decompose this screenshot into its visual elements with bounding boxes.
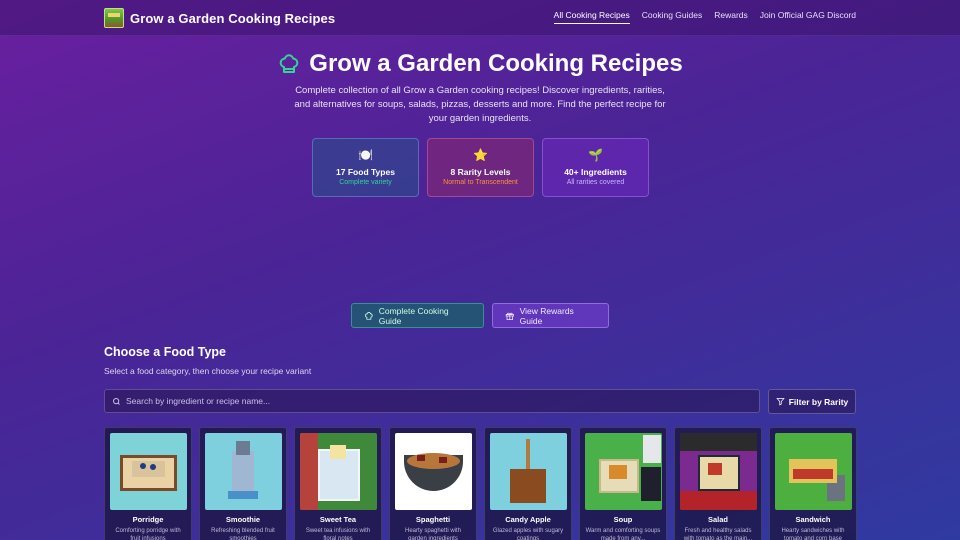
guide-buttons: Complete Cooking Guide View Rewards Guid…	[351, 303, 609, 328]
gift-icon	[505, 312, 514, 320]
food-card-porridge[interactable]: Porridge Comforting porridge with fruit …	[104, 427, 192, 540]
food-name: Candy Apple	[505, 515, 551, 524]
food-description: Hearty sandwiches with tomato and corn b…	[781, 528, 845, 540]
food-name: Porridge	[132, 515, 164, 524]
nav-all-cooking-recipes[interactable]: All Cooking Recipes	[553, 10, 630, 24]
filter-icon	[776, 398, 785, 406]
rewards-guide-label: View Rewards Guide	[519, 305, 574, 326]
stat-subtitle: All rarities covered	[566, 179, 625, 186]
stats-row: 🍽️ 17 Food Types Complete variety ⭐ 8 Ra…	[312, 138, 649, 197]
hero-description: Complete collection of all Grow a Garden…	[294, 85, 666, 124]
brand[interactable]: Grow a Garden Cooking Recipes	[104, 8, 335, 28]
seedling-icon: 🌱	[588, 148, 603, 162]
nav-rewards[interactable]: Rewards	[714, 10, 748, 24]
salad-image	[680, 433, 757, 510]
food-name: Salad	[707, 515, 728, 524]
food-description: Refreshing blended fruit smoothies	[211, 528, 275, 540]
food-name: Smoothie	[225, 515, 261, 524]
food-description: Sweet tea infusions with floral notes	[305, 528, 371, 540]
stat-title: 40+ Ingredients	[564, 167, 627, 177]
chef-hat-icon	[365, 311, 373, 320]
porridge-image	[110, 433, 187, 510]
main-nav: All Cooking Recipes Cooking Guides Rewar…	[553, 10, 856, 24]
nav-discord[interactable]: Join Official GAG Discord	[760, 10, 856, 24]
plate-icon: 🍽️	[358, 148, 373, 162]
food-description: Glazed apples with sugary coatings	[492, 528, 564, 540]
nav-cooking-guides[interactable]: Cooking Guides	[642, 10, 702, 24]
section-subtitle: Select a food category, then choose your…	[104, 366, 312, 376]
food-card-salad[interactable]: Salad Fresh and healthy salads with toma…	[674, 427, 762, 540]
filter-label: Filter by Rarity	[788, 396, 849, 407]
top-navbar: Grow a Garden Cooking Recipes All Cookin…	[0, 0, 960, 36]
food-description: Fresh and healthy salads with tomato as …	[683, 528, 753, 540]
food-name: Soup	[613, 515, 633, 524]
food-card-soup[interactable]: Soup Warm and comforting soups made from…	[579, 427, 667, 540]
search-icon	[113, 397, 120, 405]
search-bar	[104, 389, 760, 413]
game-logo-icon	[104, 8, 124, 28]
food-name: Sandwich	[795, 515, 831, 524]
food-description: Warm and comforting soups made from any.…	[585, 528, 661, 540]
food-description: Hearty spaghetti with garden ingredients	[404, 528, 462, 540]
food-card-spaghetti[interactable]: Spaghetti Hearty spaghetti with garden i…	[389, 427, 477, 540]
cooking-guide-button[interactable]: Complete Cooking Guide	[351, 303, 484, 328]
stat-card-food-types: 🍽️ 17 Food Types Complete variety	[312, 138, 419, 197]
stat-subtitle: Normal to Transcendent	[443, 179, 518, 186]
stat-card-rarity-levels: ⭐ 8 Rarity Levels Normal to Transcendent	[427, 138, 534, 197]
section-title: Choose a Food Type	[104, 345, 226, 359]
smoothie-image	[205, 433, 282, 510]
sandwich-image	[775, 433, 852, 510]
stat-title: 8 Rarity Levels	[450, 167, 511, 177]
food-card-sandwich[interactable]: Sandwich Hearty sandwiches with tomato a…	[769, 427, 857, 540]
food-name: Sweet Tea	[319, 515, 357, 524]
stat-subtitle: Complete variety	[339, 179, 392, 186]
rewards-guide-button[interactable]: View Rewards Guide	[492, 303, 609, 328]
food-card-sweet-tea[interactable]: Sweet Tea Sweet tea infusions with flora…	[294, 427, 382, 540]
search-input[interactable]	[126, 396, 726, 406]
candy-apple-image	[490, 433, 567, 510]
soup-image	[585, 433, 662, 510]
cooking-guide-label: Complete Cooking Guide	[378, 305, 449, 326]
food-name: Spaghetti	[415, 515, 451, 524]
food-card-smoothie[interactable]: Smoothie Refreshing blended fruit smooth…	[199, 427, 287, 540]
food-description: Comforting porridge with fruit infusions	[115, 528, 181, 540]
star-icon: ⭐	[473, 148, 488, 162]
stat-title: 17 Food Types	[336, 167, 395, 177]
chef-hat-icon	[279, 54, 299, 73]
page-title: Grow a Garden Cooking Recipes	[309, 50, 683, 77]
filter-by-rarity-button[interactable]: Filter by Rarity	[768, 389, 856, 414]
hero-heading: Grow a Garden Cooking Recipes	[0, 50, 960, 78]
stat-card-ingredients: 🌱 40+ Ingredients All rarities covered	[542, 138, 649, 197]
sweet-tea-image	[300, 433, 377, 510]
spaghetti-image	[395, 433, 472, 510]
food-type-grid: Porridge Comforting porridge with fruit …	[104, 427, 857, 540]
food-card-candy-apple[interactable]: Candy Apple Glazed apples with sugary co…	[484, 427, 572, 540]
brand-title: Grow a Garden Cooking Recipes	[130, 10, 336, 26]
